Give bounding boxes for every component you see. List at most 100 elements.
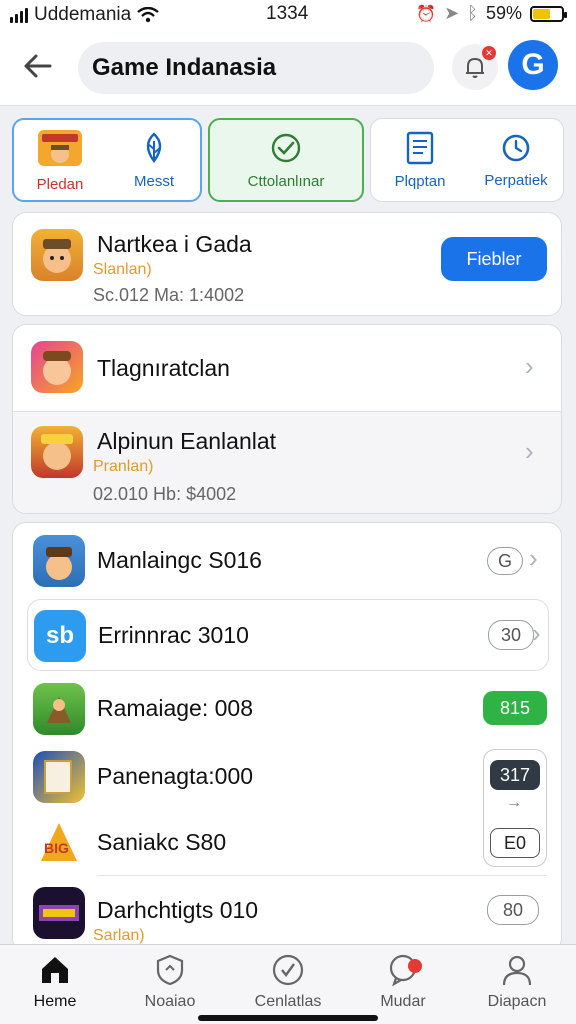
game-icon: BIG xyxy=(33,817,85,869)
status-left: Uddemania xyxy=(10,4,159,26)
list-item-badge[interactable]: 30 xyxy=(488,620,534,650)
wifi-icon xyxy=(137,7,159,23)
status-bar: Uddemania 1334 ⏰ ➤ ᛒ 59% xyxy=(0,0,576,30)
tab-label: Messt xyxy=(133,172,174,190)
back-button[interactable] xyxy=(22,50,62,86)
chevron-right-icon[interactable]: › xyxy=(529,543,538,574)
battery-percent: 59% xyxy=(485,3,522,23)
featured-subtitle: Slanlan) xyxy=(93,261,152,278)
check-circle-icon xyxy=(271,133,301,162)
game-art-icon xyxy=(38,129,82,166)
list-item-title: Darhchtigts 010 xyxy=(97,897,259,923)
tab-perpatiek[interactable]: Perpatiek xyxy=(468,118,564,202)
list-item-title: Errinnrac 3010 xyxy=(98,622,249,648)
game-icon xyxy=(31,229,83,281)
games-list-card: Manlaingc S016 G › sb Errinnrac 3010 30 … xyxy=(12,522,562,952)
home-indicator[interactable] xyxy=(198,1015,378,1021)
profile-button[interactable]: G xyxy=(508,40,558,90)
app-logo-icon: sb xyxy=(34,610,86,662)
clock-icon xyxy=(502,134,530,161)
featured-card[interactable]: Nartkea i Gada Slanlan) Sc.012 Ma: 1:400… xyxy=(12,212,562,316)
list-item-title: Alpinun Eanlanlat xyxy=(97,428,277,454)
game-icon xyxy=(31,426,83,478)
game-icon xyxy=(33,751,85,803)
chevron-right-icon[interactable]: › xyxy=(525,351,534,382)
list-item-highlighted[interactable]: sb Errinnrac 3010 30 › xyxy=(27,599,549,671)
status-right: ⏰ ➤ ᛒ 59% xyxy=(416,3,567,24)
tab-plqptan[interactable]: Plqptan xyxy=(372,118,468,202)
bluetooth-icon: ᛒ xyxy=(467,3,478,23)
alarm-icon: ⏰ xyxy=(416,5,437,23)
tab-label: Pledan xyxy=(36,175,84,193)
person-icon xyxy=(502,955,532,986)
badge-text: 30 xyxy=(500,624,522,645)
home-icon xyxy=(42,957,68,983)
bottom-nav: Heme Noaiao Cenlatlas Mudar Diapacn xyxy=(0,944,576,1024)
list-item-badge[interactable]: E0 xyxy=(490,828,540,858)
nav-label: Diapacn xyxy=(487,993,547,1010)
nav-label: Mudar xyxy=(380,993,426,1010)
list-item[interactable]: Panenagta:000 xyxy=(13,745,473,811)
score-panel: 317 → E0 xyxy=(483,749,547,867)
svg-text:BIG: BIG xyxy=(44,840,69,856)
badge-text: 80 xyxy=(502,899,524,920)
list-item[interactable]: Manlaingc S016 G › xyxy=(13,523,563,597)
featured-action-label: Fiebler xyxy=(466,248,522,269)
list-item-title: Tlagnıratclan xyxy=(97,355,230,381)
list-item-badge[interactable]: 317 xyxy=(490,760,540,790)
list-item-badge[interactable]: 80 xyxy=(487,895,539,925)
list-item-badge[interactable]: 815 xyxy=(483,691,547,725)
nav-home[interactable]: Heme xyxy=(0,953,110,1011)
nav-label: Heme xyxy=(33,993,77,1010)
location-icon: ➤ xyxy=(444,3,460,23)
nav-label: Noaiao xyxy=(144,993,196,1010)
list-item[interactable]: BIG Saniakc S80 xyxy=(13,813,473,877)
tab-messt[interactable]: Messt xyxy=(108,118,200,202)
list-item[interactable]: Darhchtigts 010 Sarlan) 80 xyxy=(13,879,563,953)
nav-diapacn[interactable]: Diapacn xyxy=(462,953,572,1011)
badge-text: G xyxy=(497,550,512,571)
arrow-right-icon: → xyxy=(506,794,522,811)
signal-icon xyxy=(10,7,28,23)
list-item-subtitle: Pranlan) xyxy=(93,458,154,475)
list-item-badge[interactable]: G xyxy=(487,547,523,575)
game-icon xyxy=(33,683,85,735)
tab-label: Plqptan xyxy=(394,172,446,190)
carrier-name: Uddemania xyxy=(34,4,132,25)
list-item-title: Panenagta:000 xyxy=(97,763,254,789)
game-icon xyxy=(33,887,85,939)
app-logo-text: sb xyxy=(45,622,74,649)
app-header: Game Indanasia ✕ G xyxy=(0,30,576,106)
notifications-button[interactable]: ✕ xyxy=(452,44,498,90)
shield-icon xyxy=(156,954,184,986)
tab-label: Perpatiek xyxy=(484,171,548,189)
battery-icon xyxy=(530,5,567,22)
nav-mudar[interactable]: Mudar xyxy=(348,953,458,1011)
list-item-highlighted[interactable]: Alpinun Eanlanlat Pranlan) 02.010 Hb: $4… xyxy=(13,411,561,513)
divider xyxy=(97,875,547,876)
notification-badge xyxy=(408,959,422,973)
page-title[interactable]: Game Indanasia xyxy=(78,42,434,94)
badge-text: 815 xyxy=(499,697,531,718)
status-time: 1334 xyxy=(266,3,309,24)
nav-noaiao[interactable]: Noaiao xyxy=(115,953,225,1011)
games-group-card: Tlagnıratclan › Alpinun Eanlanlat Pranla… xyxy=(12,324,562,514)
featured-action-button[interactable]: Fiebler xyxy=(441,237,547,281)
chevron-right-icon[interactable]: › xyxy=(525,436,534,467)
list-item-subtitle: Sarlan) xyxy=(93,927,145,944)
nav-label: Cenlatlas xyxy=(254,993,322,1010)
tab-pledan[interactable]: Pledan xyxy=(14,118,106,202)
arrow-left-icon xyxy=(24,54,52,78)
badge-text: E0 xyxy=(503,832,527,853)
list-item[interactable]: Ramaiage: 008 815 xyxy=(13,673,563,743)
notification-badge: ✕ xyxy=(482,46,496,60)
list-item-meta: 02.010 Hb: $4002 xyxy=(93,484,237,504)
tab-cttolanlinar[interactable]: Cttolanlınar xyxy=(208,118,364,202)
featured-meta: Sc.012 Ma: 1:4002 xyxy=(93,285,245,305)
leaf-icon xyxy=(146,131,162,163)
game-icon xyxy=(33,535,85,587)
chevron-right-icon[interactable]: › xyxy=(532,618,541,649)
nav-cenlatlas[interactable]: Cenlatlas xyxy=(233,953,343,1011)
check-circle-icon xyxy=(272,954,304,986)
list-item-title: Manlaingc S016 xyxy=(97,547,262,573)
